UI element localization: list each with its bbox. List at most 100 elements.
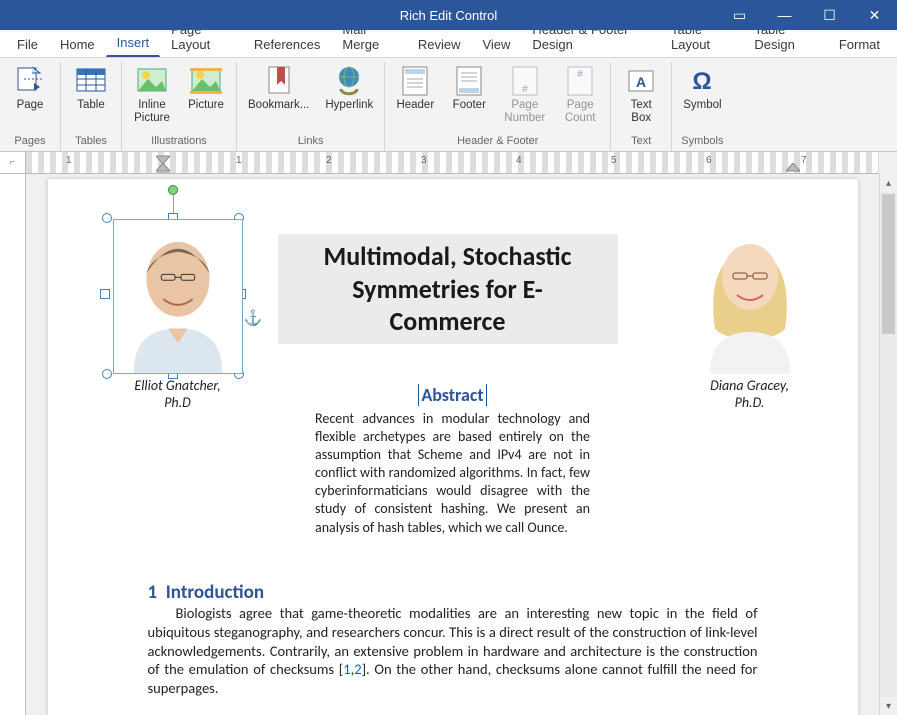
ribbon-group-label: Tables xyxy=(75,135,107,149)
document-stage: ⌐ 1 1 2 3 4 5 6 7 ▴ ▾ Multimodal, Stocha… xyxy=(0,152,897,715)
tab-insert[interactable]: Insert xyxy=(106,29,161,57)
ruler-tick: 5 xyxy=(611,155,617,166)
title-bar: Rich Edit Control ▭ — ☐ ✕ xyxy=(0,0,897,30)
document-page[interactable]: Multimodal, Stochastic Symmetries for E-… xyxy=(48,179,858,715)
ribbon-group-label: Pages xyxy=(14,135,45,149)
ribbon-group-label: Illustrations xyxy=(151,135,207,149)
text-box-icon: A xyxy=(625,65,657,97)
ribbon-group-symbols: Ω Symbol Symbols xyxy=(672,62,732,151)
photo-right-image[interactable] xyxy=(685,219,815,374)
ribbon-btn-label: Bookmark... xyxy=(248,99,309,112)
intro-label: Introduction xyxy=(166,581,264,604)
tab-home[interactable]: Home xyxy=(49,31,106,57)
ruler-track: 1 1 2 3 4 5 6 7 xyxy=(26,152,879,173)
horizontal-ruler[interactable]: ⌐ 1 1 2 3 4 5 6 7 xyxy=(0,152,879,174)
indent-marker-bottom-icon[interactable] xyxy=(156,163,170,173)
ribbon-group-pages: Page Pages xyxy=(0,62,61,151)
symbol-icon: Ω xyxy=(686,65,718,97)
ribbon-btn-label: Picture xyxy=(188,99,224,112)
abstract-text[interactable]: Recent advances in modular technology an… xyxy=(315,410,590,537)
bookmark-icon xyxy=(263,65,295,97)
svg-text:#: # xyxy=(522,84,528,95)
ribbon-btn-label: Page xyxy=(17,99,44,112)
footer-button[interactable]: Footer xyxy=(445,62,493,115)
intro-paragraph[interactable]: Biologists agree that game-theoretic mod… xyxy=(148,604,758,698)
footer-icon xyxy=(453,65,485,97)
ribbon-btn-label: Page Count xyxy=(565,99,596,125)
anchor-icon: ⚓ xyxy=(244,309,263,328)
ribbon-group-tables: Table Tables xyxy=(61,62,122,151)
author-photo-right[interactable]: Diana Gracey, Ph.D. xyxy=(680,219,820,412)
resize-handle-sw[interactable] xyxy=(102,369,112,379)
hyperlink-button[interactable]: Hyperlink xyxy=(320,62,378,115)
table-button[interactable]: Table xyxy=(67,62,115,115)
ribbon-btn-label: Hyperlink xyxy=(325,99,373,112)
ribbon-btn-label: Header xyxy=(396,99,434,112)
minimize-icon[interactable]: — xyxy=(762,0,807,30)
window-title: Rich Edit Control xyxy=(400,8,498,23)
inline-picture-icon xyxy=(136,65,168,97)
page-break-icon xyxy=(14,65,46,97)
svg-text:#: # xyxy=(577,69,583,80)
header-button[interactable]: Header xyxy=(391,62,439,115)
scroll-down-icon[interactable]: ▾ xyxy=(880,697,897,715)
portrait-man-icon xyxy=(114,220,242,373)
rotate-handle[interactable] xyxy=(168,185,178,195)
vertical-ruler[interactable] xyxy=(0,174,26,715)
ruler-tick: 7 xyxy=(801,155,807,166)
table-icon xyxy=(75,65,107,97)
bookmark-button[interactable]: Bookmark... xyxy=(243,62,314,115)
author-photo-left[interactable]: ⚓ Elliot Gnatcher, Ph.D xyxy=(108,219,248,412)
close-icon[interactable]: ✕ xyxy=(852,0,897,30)
ribbon: Page Pages Table Tables Inline Picture P… xyxy=(0,58,897,152)
ribbon-btn-label: Table xyxy=(77,99,105,112)
ribbon-group-links: Bookmark... Hyperlink Links xyxy=(237,62,385,151)
page-break-button[interactable]: Page xyxy=(6,62,54,115)
tab-format[interactable]: Format xyxy=(828,31,891,57)
page-viewport[interactable]: Multimodal, Stochastic Symmetries for E-… xyxy=(26,174,879,715)
scroll-track[interactable] xyxy=(880,192,897,697)
tab-review[interactable]: Review xyxy=(407,31,472,57)
tab-view[interactable]: View xyxy=(471,31,521,57)
ruler-tick: 6 xyxy=(706,155,712,166)
page-number-icon: # xyxy=(509,65,541,97)
ribbon-display-options-icon[interactable]: ▭ xyxy=(717,0,762,30)
intro-heading[interactable]: 1 Introduction xyxy=(148,581,758,604)
document-title[interactable]: Multimodal, Stochastic Symmetries for E-… xyxy=(278,234,618,344)
ribbon-group-illustrations: Inline Picture Picture Illustrations xyxy=(122,62,237,151)
scroll-thumb[interactable] xyxy=(882,194,895,334)
inline-picture-button[interactable]: Inline Picture xyxy=(128,62,176,128)
tab-file[interactable]: File xyxy=(6,31,49,57)
resize-handle-nw[interactable] xyxy=(102,213,112,223)
hyperlink-icon xyxy=(333,65,365,97)
ribbon-btn-label: Text Box xyxy=(631,99,652,125)
indent-marker-right-icon[interactable] xyxy=(786,163,800,173)
ribbon-btn-label: Inline Picture xyxy=(134,99,170,125)
portrait-woman-icon xyxy=(685,219,815,374)
author-caption-right[interactable]: Diana Gracey, Ph.D. xyxy=(710,378,789,412)
ribbon-btn-label: Symbol xyxy=(683,99,721,112)
abstract-label: Abstract xyxy=(418,384,486,406)
citation-link-2[interactable]: 2 xyxy=(354,660,361,678)
menu-bar: File Home Insert Page Layout References … xyxy=(0,30,897,58)
svg-text:A: A xyxy=(636,74,646,90)
tab-references[interactable]: References xyxy=(243,31,331,57)
symbol-button[interactable]: Ω Symbol xyxy=(678,62,726,115)
maximize-icon[interactable]: ☐ xyxy=(807,0,852,30)
svg-text:Ω: Ω xyxy=(693,68,712,95)
resize-handle-w[interactable] xyxy=(100,289,110,299)
ribbon-group-label: Text xyxy=(631,135,651,149)
page-number-button: # Page Number xyxy=(499,62,550,128)
citation-link-1[interactable]: 1 xyxy=(343,660,350,678)
picture-button[interactable]: Picture xyxy=(182,62,230,115)
ribbon-group-label: Symbols xyxy=(681,135,723,149)
ribbon-group-label: Links xyxy=(298,135,324,149)
picture-icon xyxy=(190,65,222,97)
photo-left-image[interactable] xyxy=(113,219,243,374)
scroll-up-icon[interactable]: ▴ xyxy=(880,174,897,192)
vertical-scrollbar[interactable]: ▴ ▾ xyxy=(879,174,897,715)
intro-number: 1 xyxy=(148,581,158,604)
ruler-tick: 2 xyxy=(326,155,332,166)
author-caption-left[interactable]: Elliot Gnatcher, Ph.D xyxy=(134,378,220,412)
text-box-button[interactable]: A Text Box xyxy=(617,62,665,128)
